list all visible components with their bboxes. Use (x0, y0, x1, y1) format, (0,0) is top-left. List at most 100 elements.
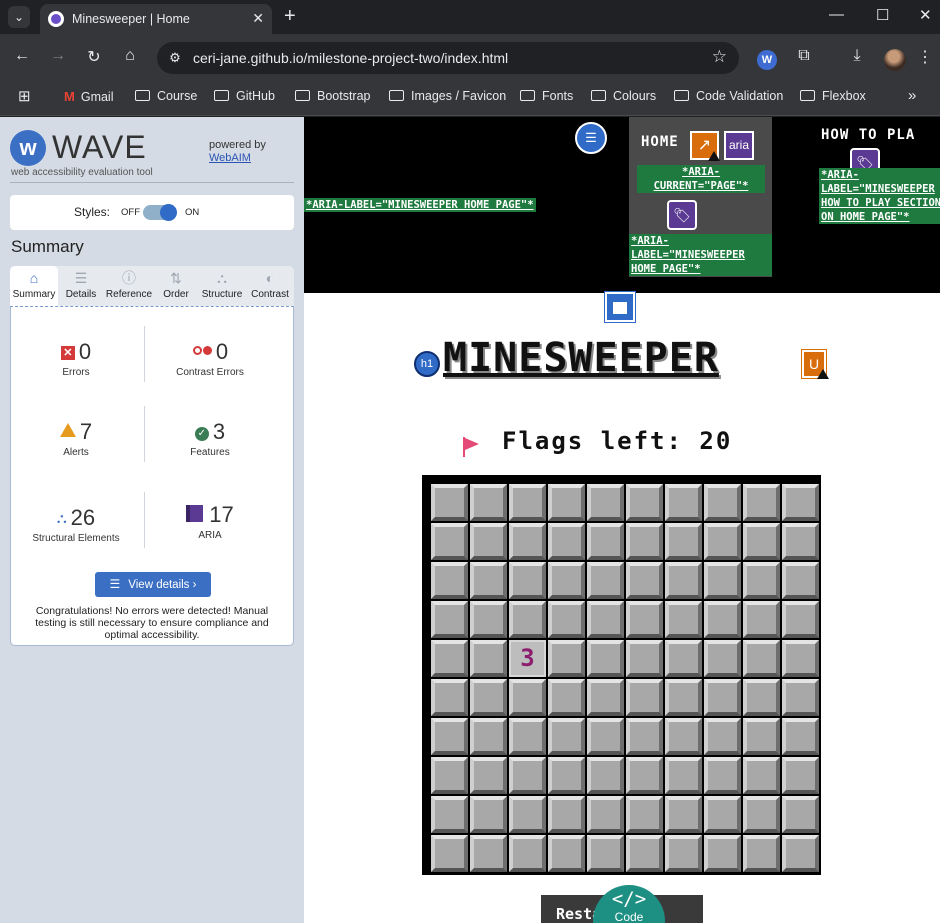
board-cell[interactable] (548, 796, 585, 833)
errors-stat[interactable]: ✕ 0 Errors (11, 339, 141, 378)
board-cell[interactable] (626, 523, 663, 560)
styles-toggle[interactable] (143, 204, 177, 221)
board-cell[interactable] (509, 601, 546, 638)
board-cell[interactable] (509, 835, 546, 872)
board-cell[interactable] (587, 796, 624, 833)
board-cell[interactable] (743, 835, 780, 872)
close-window-icon[interactable]: ✕ (919, 6, 932, 24)
board-cell[interactable] (587, 679, 624, 716)
board-cell[interactable] (626, 484, 663, 521)
tab-contrast[interactable]: ◐ Contrast (246, 266, 294, 306)
board-cell[interactable] (509, 796, 546, 833)
wave-extension-icon[interactable]: W (757, 50, 777, 70)
board-cell[interactable] (470, 757, 507, 794)
board-cell[interactable] (431, 640, 468, 677)
board-cell[interactable] (587, 601, 624, 638)
board-cell[interactable] (548, 679, 585, 716)
board-cell[interactable] (665, 718, 702, 755)
address-bar[interactable]: ⚙ ceri-jane.github.io/milestone-project-… (157, 42, 739, 74)
board-cell[interactable] (665, 640, 702, 677)
board-cell[interactable] (587, 640, 624, 677)
board-cell[interactable] (782, 718, 819, 755)
board-cell[interactable] (470, 835, 507, 872)
h1-badge-icon[interactable]: h1 (414, 351, 440, 377)
board-cell[interactable] (665, 562, 702, 599)
board-cell[interactable] (665, 523, 702, 560)
bookmark-gmail[interactable]: M Gmail (64, 89, 114, 104)
board-cell[interactable] (743, 601, 780, 638)
close-tab-icon[interactable]: ✕ (252, 10, 264, 27)
bookmark-images-favicon[interactable]: Images / Favicon (389, 89, 506, 103)
aria-badge-icon[interactable]: aria (724, 131, 754, 160)
board-cell[interactable] (782, 679, 819, 716)
board-cell[interactable] (704, 601, 741, 638)
avatar[interactable] (884, 49, 906, 71)
bookmark-flexbox[interactable]: Flexbox (800, 89, 866, 103)
extensions-icon[interactable]: ⧉ (793, 47, 815, 65)
board-cell[interactable] (626, 679, 663, 716)
board-cell[interactable] (470, 523, 507, 560)
download-icon[interactable]: ⤓ (846, 47, 868, 65)
board-cell[interactable] (470, 718, 507, 755)
alerts-stat[interactable]: 7 Alerts (11, 419, 141, 458)
board-cell[interactable] (548, 523, 585, 560)
url-text[interactable]: ceri-jane.github.io/milestone-project-tw… (193, 50, 508, 66)
board-cell[interactable] (548, 601, 585, 638)
board-cell[interactable] (782, 523, 819, 560)
board-cell[interactable] (743, 679, 780, 716)
back-icon[interactable]: ← (11, 47, 33, 65)
board-cell[interactable] (431, 484, 468, 521)
tab-order[interactable]: ⇅ Order (154, 266, 198, 306)
code-button[interactable]: </> Code (593, 885, 665, 923)
board-cell[interactable] (626, 562, 663, 599)
board-cell[interactable] (509, 523, 546, 560)
board-cell[interactable] (431, 601, 468, 638)
board-cell[interactable] (743, 718, 780, 755)
board-cell[interactable] (587, 757, 624, 794)
board-cell[interactable] (704, 640, 741, 677)
board-cell[interactable] (743, 640, 780, 677)
board-cell[interactable] (743, 523, 780, 560)
board-cell[interactable] (626, 835, 663, 872)
bookmark-fonts[interactable]: Fonts (520, 89, 573, 103)
board-cell[interactable] (626, 718, 663, 755)
aria-stat[interactable]: 17 ARIA (145, 502, 275, 541)
board-cell[interactable] (743, 562, 780, 599)
board-cell[interactable] (431, 523, 468, 560)
features-stat[interactable]: ✓ 3 Features (145, 419, 275, 458)
bookmark-github[interactable]: GitHub (214, 89, 275, 103)
structure-region-icon[interactable] (604, 291, 636, 323)
board-cell[interactable] (587, 523, 624, 560)
board-cell[interactable] (470, 484, 507, 521)
tab-structure[interactable]: ⛬ Structure (198, 266, 246, 306)
board-cell[interactable] (665, 757, 702, 794)
tab-search-icon[interactable]: ⌄ (8, 6, 30, 28)
board-cell[interactable] (704, 562, 741, 599)
board-cell[interactable] (665, 796, 702, 833)
board-cell[interactable] (431, 679, 468, 716)
board-cell[interactable] (665, 835, 702, 872)
board-cell[interactable] (587, 718, 624, 755)
bookmark-star-icon[interactable]: ☆ (712, 47, 727, 67)
board-cell[interactable] (782, 640, 819, 677)
apps-grid-icon[interactable]: ⊞ (18, 87, 31, 105)
board-cell[interactable] (548, 640, 585, 677)
board-cell[interactable] (587, 562, 624, 599)
more-bookmarks-icon[interactable]: » (908, 87, 916, 104)
board-cell[interactable] (470, 562, 507, 599)
board-cell[interactable] (431, 796, 468, 833)
site-info-icon[interactable]: ⚙ (166, 49, 184, 67)
board-cell[interactable] (626, 757, 663, 794)
nav-howto-label[interactable]: HOW TO PLA (821, 127, 915, 143)
board-cell[interactable] (548, 757, 585, 794)
board-cell[interactable] (509, 562, 546, 599)
board-cell[interactable] (548, 484, 585, 521)
board-cell-revealed[interactable]: 3 (509, 640, 546, 677)
board-cell[interactable] (587, 835, 624, 872)
board-cell[interactable] (509, 718, 546, 755)
bookmark-course[interactable]: Course (135, 89, 197, 103)
board-cell[interactable] (470, 679, 507, 716)
board-cell[interactable] (431, 562, 468, 599)
board-cell[interactable] (782, 835, 819, 872)
home-icon[interactable]: ⌂ (119, 47, 141, 65)
